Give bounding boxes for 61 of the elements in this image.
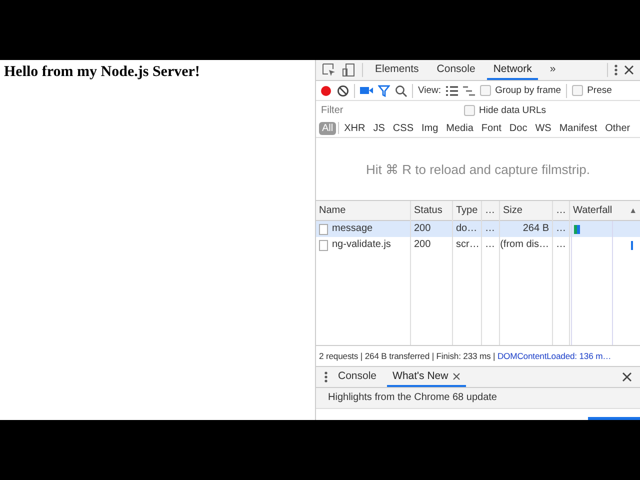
highlights-title: Highlights from the Chrome 68 update xyxy=(328,392,497,403)
clear-icon[interactable] xyxy=(337,84,349,96)
table-cell: ng-validate.js xyxy=(316,237,410,253)
table-cell-text: 200 xyxy=(413,238,432,252)
page-heading: Hello from my Node.js Server! xyxy=(4,64,200,81)
camera-icon[interactable] xyxy=(360,86,373,95)
more-options-icon[interactable] xyxy=(324,371,328,383)
dom-content-loaded-link[interactable]: DOMContentLoaded: 136 m… xyxy=(497,351,612,361)
more-options-icon[interactable] xyxy=(614,64,618,76)
view-label: View: xyxy=(418,85,442,96)
type-filter-button[interactable]: Font xyxy=(478,122,504,134)
option-checkbox[interactable]: Group by frame xyxy=(480,85,562,96)
type-filter-button[interactable]: Img xyxy=(418,122,442,134)
type-filter-button[interactable]: JS xyxy=(370,122,388,134)
filmstrip-hint: Hit ⌘ R to reload and capture filmstrip. xyxy=(366,162,590,176)
table-cell: … xyxy=(553,221,569,237)
option-checkbox[interactable]: Prese xyxy=(572,85,612,96)
table-cell-text: … xyxy=(555,238,567,252)
file-icon xyxy=(319,224,328,234)
type-filter-button[interactable]: XHR xyxy=(341,122,368,134)
device-icon[interactable] xyxy=(342,63,356,77)
panel-tab[interactable]: Network xyxy=(487,60,538,80)
table-cell-text: … xyxy=(484,238,496,252)
more-tabs-button[interactable]: » xyxy=(544,60,562,80)
close-icon[interactable] xyxy=(624,65,634,75)
type-filter-button[interactable]: Other xyxy=(602,122,634,134)
list-view-icon[interactable] xyxy=(446,86,458,96)
column-header[interactable]: … xyxy=(553,201,569,221)
panel-tab[interactable]: Elements xyxy=(369,60,425,80)
close-icon[interactable] xyxy=(622,372,632,382)
panel-tab[interactable]: Console xyxy=(430,60,482,80)
status-summary: 2 requests | 264 B transferred | Finish: 233 ms | xyxy=(319,351,496,361)
type-filter-button[interactable]: Doc xyxy=(506,122,530,134)
column-header[interactable]: Type xyxy=(453,201,481,221)
record-icon[interactable] xyxy=(320,84,332,96)
inspect-icon[interactable] xyxy=(322,63,336,77)
table-cell-text: scr… xyxy=(455,238,480,252)
column-header[interactable]: Status xyxy=(411,201,452,221)
column-header[interactable]: Name xyxy=(316,201,410,221)
table-cell-text: (from dis… xyxy=(500,238,550,252)
table-cell: message xyxy=(316,221,410,237)
drawer-tab[interactable]: Console xyxy=(332,367,383,387)
waterfall-bar xyxy=(574,224,580,234)
search-icon[interactable] xyxy=(395,84,407,96)
overview-icon[interactable] xyxy=(463,86,476,96)
table-cell: … xyxy=(482,221,499,237)
table-cell: do… xyxy=(453,221,481,237)
column-header[interactable]: Size xyxy=(500,201,552,221)
filter-icon[interactable] xyxy=(378,84,390,96)
close-tab-icon[interactable] xyxy=(453,372,460,380)
column-header[interactable]: … xyxy=(482,201,499,221)
table-cell: 264 B xyxy=(500,221,552,237)
file-icon xyxy=(319,240,328,250)
type-filter-button[interactable]: CSS xyxy=(390,122,416,134)
hide-data-urls-checkbox[interactable]: Hide data URLs xyxy=(464,104,546,116)
sort-indicator[interactable]: ▲ xyxy=(629,201,637,220)
type-filter-button[interactable]: WS xyxy=(532,122,554,134)
type-filter-button[interactable]: Manifest xyxy=(556,122,600,134)
table-cell: 200 xyxy=(411,221,452,237)
type-filter-button[interactable]: Media xyxy=(443,122,476,134)
column-header[interactable]: Waterfall xyxy=(573,201,612,220)
